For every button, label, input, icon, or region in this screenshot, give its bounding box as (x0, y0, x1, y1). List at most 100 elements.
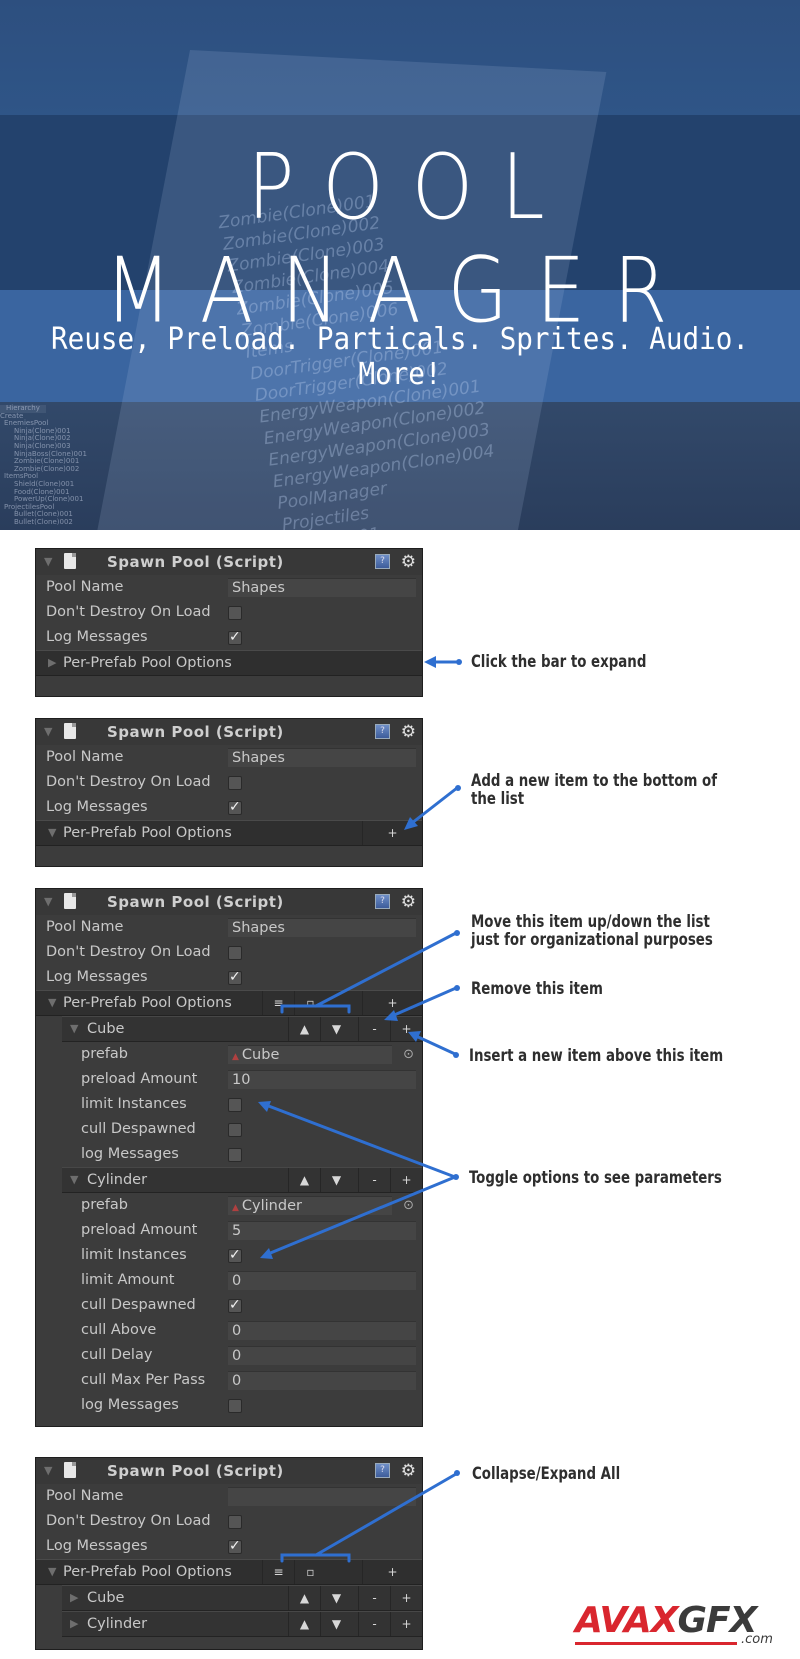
move-up-button[interactable]: ▲ (288, 1586, 320, 1610)
collapse-arrow-icon[interactable]: ▼ (70, 1168, 78, 1192)
inspector-panel-expanded-empty: ▼ Spawn Pool (Script) ? ⚙ Pool Name Shap… (35, 718, 423, 867)
per-prefab-options-bar[interactable]: ▼ Per-Prefab Pool Options ≡ ▫ + (36, 1559, 422, 1585)
prefab-item-header[interactable]: ▼ Cube ▲ ▼ - + (62, 1016, 422, 1042)
expand-all-button[interactable]: ≡ (262, 991, 294, 1015)
add-item-button[interactable]: + (362, 991, 422, 1015)
remove-item-button[interactable]: - (358, 1017, 390, 1041)
collapse-arrow-icon[interactable]: ▼ (48, 821, 56, 845)
field-input[interactable]: 5 (228, 1221, 416, 1240)
remove-item-button[interactable]: - (358, 1612, 390, 1636)
collapse-arrow-icon[interactable]: ▼ (70, 1017, 78, 1041)
watermark-suffix: .com (741, 1632, 773, 1647)
move-up-button[interactable]: ▲ (288, 1612, 320, 1636)
pool-name-row: Pool Name Shapes (36, 745, 422, 770)
component-title: Spawn Pool (Script) (107, 1462, 284, 1480)
prefab-object-field[interactable]: ▲ Cylinder (228, 1196, 392, 1215)
log-messages-checkbox[interactable] (228, 625, 242, 650)
log-messages-row: Log Messages (36, 625, 422, 650)
hierarchy-item: Bullet(Clone)002 (14, 517, 73, 526)
field-checkbox[interactable] (228, 1243, 242, 1268)
field-input[interactable]: 0 (228, 1271, 416, 1290)
gear-icon[interactable]: ⚙ (401, 549, 416, 575)
field-checkbox[interactable] (228, 1293, 242, 1318)
help-icon[interactable]: ? (375, 894, 390, 909)
component-header[interactable]: ▼ Spawn Pool (Script) ? ⚙ (36, 549, 422, 575)
log-messages-checkbox[interactable] (228, 795, 242, 820)
callout-insert: Insert a new item above this item (469, 1046, 724, 1065)
field-checkbox[interactable] (228, 1123, 242, 1137)
component-header[interactable]: ▼ Spawn Pool (Script) ? ⚙ (36, 719, 422, 745)
move-up-button[interactable]: ▲ (288, 1017, 320, 1041)
foldout-arrow-icon[interactable]: ▼ (44, 549, 52, 575)
per-prefab-options-bar[interactable]: ▼ Per-Prefab Pool Options ≡ ▫ + (36, 990, 422, 1016)
collapse-arrow-icon[interactable]: ▼ (48, 991, 56, 1015)
prefab-field-row: limit Instances (36, 1243, 422, 1268)
gear-icon[interactable]: ⚙ (401, 889, 416, 915)
help-icon[interactable]: ? (375, 724, 390, 739)
field-checkbox[interactable] (228, 1148, 242, 1162)
dont-destroy-checkbox[interactable] (228, 946, 242, 960)
move-up-button[interactable]: ▲ (288, 1168, 320, 1192)
field-label: cull Max Per Pass (81, 1372, 206, 1388)
move-down-button[interactable]: ▼ (320, 1612, 352, 1636)
prefab-item-name: Cube (87, 1590, 125, 1606)
add-item-button[interactable]: + (362, 821, 422, 845)
expand-all-button[interactable]: ≡ (262, 1560, 294, 1584)
banner-subtitle: Reuse, Preload. Particals. Sprites. Audi… (51, 322, 749, 392)
field-input[interactable]: 0 (228, 1346, 416, 1365)
field-checkbox[interactable] (228, 1399, 242, 1413)
expand-arrow-icon[interactable]: ▶ (70, 1586, 78, 1610)
component-header[interactable]: ▼ Spawn Pool (Script) ? ⚙ (36, 889, 422, 915)
component-header[interactable]: ▼ Spawn Pool (Script) ? ⚙ (36, 1458, 422, 1484)
dont-destroy-checkbox[interactable] (228, 1515, 242, 1529)
banner: Zombie(Clone)001 Zombie(Clone)002 Zombie(C… (0, 0, 800, 530)
gear-icon[interactable]: ⚙ (401, 719, 416, 745)
object-picker-icon[interactable]: ⊙ (403, 1042, 414, 1067)
insert-item-button[interactable]: + (390, 1586, 422, 1610)
gear-icon[interactable]: ⚙ (401, 1458, 416, 1484)
insert-item-button[interactable]: + (390, 1017, 422, 1041)
dont-destroy-row: Don't Destroy On Load (36, 1509, 422, 1534)
collapse-all-button[interactable]: ▫ (294, 991, 326, 1015)
prefab-item-header[interactable]: ▶ Cube ▲ ▼ - + (62, 1585, 422, 1611)
pool-name-input[interactable]: Shapes (228, 918, 416, 937)
expand-arrow-icon[interactable]: ▶ (48, 651, 56, 675)
move-down-button[interactable]: ▼ (320, 1168, 352, 1192)
foldout-arrow-icon[interactable]: ▼ (44, 719, 52, 745)
pool-name-input[interactable] (228, 1487, 416, 1506)
prefab-item-header[interactable]: ▶ Cylinder ▲ ▼ - + (62, 1611, 422, 1637)
dont-destroy-row: Don't Destroy On Load (36, 600, 422, 625)
pool-name-input[interactable]: Shapes (228, 578, 416, 597)
add-item-button[interactable]: + (362, 1560, 422, 1584)
log-messages-checkbox[interactable] (228, 965, 242, 990)
help-icon[interactable]: ? (375, 1463, 390, 1478)
prefab-field-row: cull Despawned (36, 1117, 422, 1142)
field-input[interactable]: 10 (228, 1070, 416, 1089)
per-prefab-options-bar[interactable]: ▶ Per-Prefab Pool Options (36, 650, 422, 676)
foldout-arrow-icon[interactable]: ▼ (44, 889, 52, 915)
dont-destroy-checkbox[interactable] (228, 606, 242, 620)
field-checkbox[interactable] (228, 1098, 242, 1112)
field-input[interactable]: 0 (228, 1321, 416, 1340)
collapse-arrow-icon[interactable]: ▼ (48, 1560, 56, 1584)
insert-item-button[interactable]: + (390, 1168, 422, 1192)
object-picker-icon[interactable]: ⊙ (403, 1193, 414, 1218)
collapse-all-button[interactable]: ▫ (294, 1560, 326, 1584)
move-down-button[interactable]: ▼ (320, 1586, 352, 1610)
field-input[interactable]: 0 (228, 1371, 416, 1390)
help-icon[interactable]: ? (375, 554, 390, 569)
prefab-object-name: Cube (241, 1047, 280, 1063)
per-prefab-options-bar[interactable]: ▼ Per-Prefab Pool Options + (36, 820, 422, 846)
foldout-arrow-icon[interactable]: ▼ (44, 1458, 52, 1484)
prefab-object-field[interactable]: ▲ Cube (228, 1045, 392, 1064)
log-messages-checkbox[interactable] (228, 1534, 242, 1559)
expand-arrow-icon[interactable]: ▶ (70, 1612, 78, 1636)
insert-item-button[interactable]: + (390, 1612, 422, 1636)
pool-name-input[interactable]: Shapes (228, 748, 416, 767)
prefab-item-header[interactable]: ▼ Cylinder ▲ ▼ - + (62, 1167, 422, 1193)
remove-item-button[interactable]: - (358, 1168, 390, 1192)
callout-remove: Remove this item (471, 979, 603, 998)
dont-destroy-checkbox[interactable] (228, 776, 242, 790)
move-down-button[interactable]: ▼ (320, 1017, 352, 1041)
remove-item-button[interactable]: - (358, 1586, 390, 1610)
